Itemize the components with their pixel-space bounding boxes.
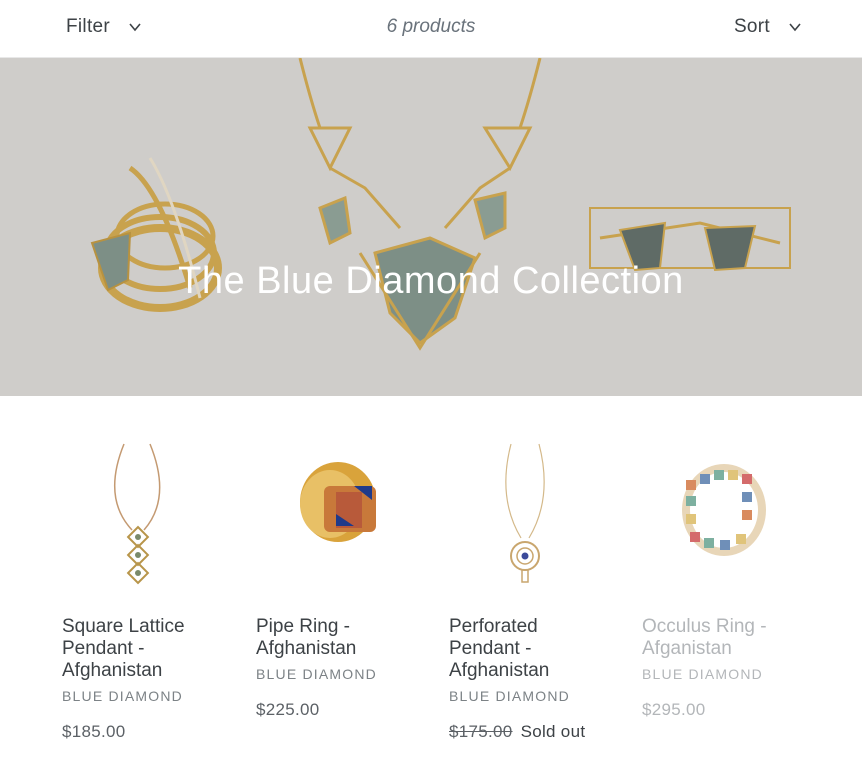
collection-hero-banner: The Blue Diamond Collection: [0, 58, 862, 396]
product-vendor: BLUE DIAMOND: [62, 688, 183, 704]
collection-toolbar: Filter 6 products Sort: [0, 0, 862, 58]
chevron-down-icon: [789, 23, 801, 32]
product-image[interactable]: [256, 438, 416, 590]
product-vendor: BLUE DIAMOND: [449, 688, 570, 704]
product-title[interactable]: Perforated Pendant - Afghanistan: [449, 616, 609, 682]
sort-label: Sort: [733, 16, 770, 37]
product-price-row: $175.00 Sold out: [449, 722, 609, 742]
product-count: 6 products: [386, 16, 476, 37]
product-image[interactable]: [449, 438, 609, 590]
product-vendor: BLUE DIAMOND: [642, 666, 763, 682]
product-price: $175.00: [449, 722, 513, 741]
necklace-image: [298, 58, 542, 351]
product-price: $295.00: [642, 700, 706, 719]
product-card[interactable]: Occulus Ring - Afganistan BLUE DIAMOND $…: [642, 438, 802, 720]
product-title[interactable]: Occulus Ring - Afganistan: [642, 616, 802, 660]
product-image[interactable]: [642, 438, 802, 590]
sold-out-label: Sold out: [520, 722, 586, 741]
sort-dropdown[interactable]: Sort: [734, 16, 802, 38]
product-price: $225.00: [256, 700, 320, 719]
product-price: $185.00: [62, 722, 126, 741]
product-title[interactable]: Square Lattice Pendant - Afghanistan: [62, 616, 222, 682]
hero-jewelry-image: [90, 58, 791, 351]
product-vendor: BLUE DIAMOND: [256, 666, 377, 682]
product-image[interactable]: [62, 438, 222, 590]
collection-title: The Blue Diamond Collection: [178, 260, 684, 302]
product-grid: Square Lattice Pendant - Afghanistan BLU…: [62, 438, 822, 758]
product-card[interactable]: Perforated Pendant - Afghanistan BLUE DI…: [449, 438, 609, 742]
product-card[interactable]: Pipe Ring - Afghanistan BLUE DIAMOND $22…: [256, 438, 416, 720]
product-title[interactable]: Pipe Ring - Afghanistan: [256, 616, 416, 660]
product-card[interactable]: Square Lattice Pendant - Afghanistan BLU…: [62, 438, 222, 742]
